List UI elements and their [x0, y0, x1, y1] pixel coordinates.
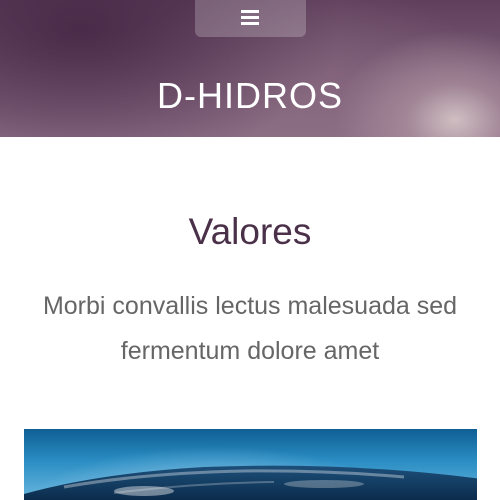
page: D-HIDROS Valores Morbi convallis lectus …	[0, 0, 500, 500]
section-heading: Valores	[188, 211, 312, 252]
earth-horizon-graphic	[24, 465, 477, 500]
hero-banner: D-HIDROS	[0, 0, 500, 137]
earth-horizon-image	[24, 429, 477, 500]
hamburger-menu-icon	[241, 10, 259, 25]
menu-toggle-button[interactable]	[195, 0, 306, 37]
site-title[interactable]: D-HIDROS	[0, 72, 500, 120]
section-text: Morbi convallis lectus malesuada sed fer…	[42, 292, 458, 365]
